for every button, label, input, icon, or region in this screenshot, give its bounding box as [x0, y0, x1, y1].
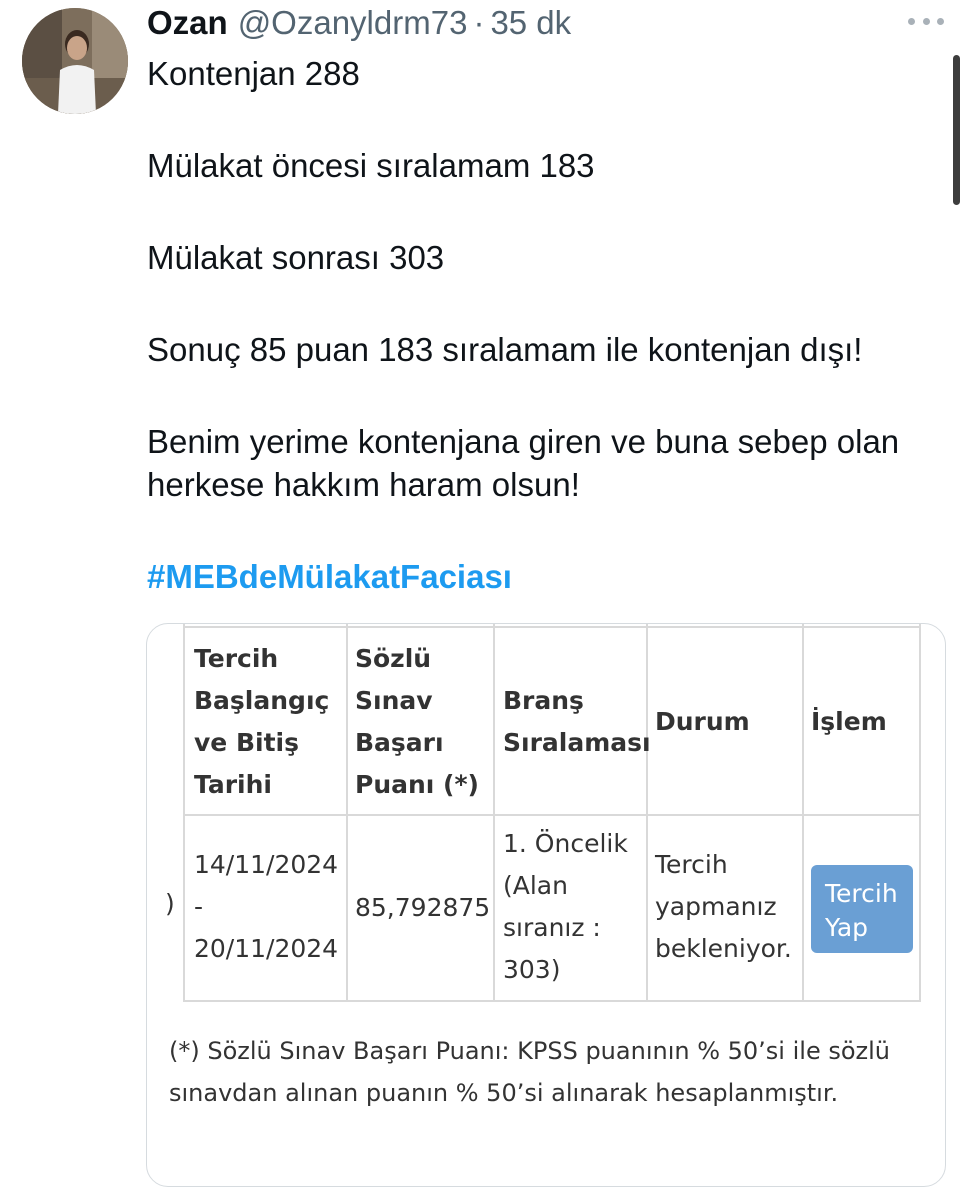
cell-text: 303) [503, 955, 561, 984]
tweet-paragraph: Mülakat öncesi sıralamam 183 [147, 147, 595, 184]
tweet-page: Ozan @Ozanyldrm73 · 35 dk Kontenjan 288 … [0, 0, 967, 1200]
cell-brans-rank: 1. Öncelik (Alan sıranız : 303) [503, 823, 628, 991]
header-durum: Durum [655, 701, 750, 743]
table-border [346, 624, 348, 1002]
cell-text: yapmanız [655, 892, 777, 921]
cell-text: Tercih [655, 850, 728, 879]
results-table-screenshot: Tercih Başlangıç ve Bitiş Tarihi Sözlü S… [147, 624, 945, 1186]
cell-text: 20/11/2024 [194, 934, 339, 963]
header-text: Başlangıç [194, 686, 330, 715]
scrollbar[interactable] [953, 55, 960, 205]
cell-status: Tercih yapmanız bekleniyor. [655, 844, 792, 970]
user-handle[interactable]: @Ozanyldrm73 [238, 4, 468, 42]
display-name[interactable]: Ozan [147, 4, 228, 42]
tweet-header: Ozan @Ozanyldrm73 · 35 dk [147, 2, 571, 44]
button-label: Yap [825, 913, 869, 942]
table-border [183, 626, 921, 628]
header-tercih: Tercih Başlangıç ve Bitiş Tarihi [194, 638, 329, 806]
table-border [919, 624, 921, 1002]
header-islem: İşlem [811, 701, 887, 743]
more-dot [908, 17, 915, 25]
header-text: Tarihi [194, 770, 272, 799]
header-text: Sıralaması [503, 728, 651, 757]
header-text: Sınav [355, 686, 433, 715]
cell-text: sıranız : [503, 913, 601, 942]
cell-text: 14/11/2024 [194, 850, 339, 879]
table-border [493, 624, 495, 1002]
more-options-icon[interactable] [908, 14, 944, 28]
more-dot [937, 17, 944, 25]
header-text: İşlem [811, 707, 887, 736]
attached-image[interactable]: Tercih Başlangıç ve Bitiş Tarihi Sözlü S… [146, 623, 946, 1187]
cell-text: - [194, 892, 204, 921]
cell-date-range: 14/11/2024 - 20/11/2024 [194, 844, 338, 970]
cell-text: (Alan [503, 871, 568, 900]
hashtag-link[interactable]: #MEBdeMülakatFaciası [147, 555, 937, 598]
footnote: (*) Sözlü Sınav Başarı Puanı: KPSS puanı… [169, 1037, 890, 1107]
table-border [802, 624, 804, 1002]
button-label: Tercih [825, 879, 898, 908]
tweet-paragraph: Benim yerime kontenjana giren ve buna se… [147, 423, 900, 503]
header-sozlu: Sözlü Sınav Başarı Puanı (*) [355, 638, 479, 806]
tweet-paragraph: Kontenjan 288 [147, 55, 360, 92]
separator-dot: · [473, 4, 485, 41]
header-text: Durum [655, 707, 750, 736]
header-brans: Branş Sıralaması [503, 680, 651, 764]
truncated-cell-text: ) [165, 889, 175, 918]
header-text: Puanı (*) [355, 770, 479, 799]
header-text: Branş [503, 686, 584, 715]
table-border [183, 1000, 921, 1002]
table-border [183, 814, 921, 816]
cell-text: bekleniyor. [655, 934, 792, 963]
tweet-paragraph: Mülakat sonrası 303 [147, 239, 445, 276]
more-dot [922, 17, 930, 25]
avatar[interactable] [22, 8, 128, 114]
table-border [183, 624, 185, 1002]
tweet-paragraph: Sonuç 85 puan 183 sıralamam ile kontenja… [147, 331, 863, 368]
timestamp[interactable]: 35 dk [490, 4, 571, 42]
header-text: ve Bitiş [194, 728, 299, 757]
avatar-photo [22, 8, 128, 114]
header-text: Tercih [194, 644, 279, 673]
cell-text: 85,792875 [355, 893, 491, 922]
cell-score: 85,792875 [355, 887, 490, 929]
tercih-yap-button[interactable]: Tercih Yap [811, 865, 913, 953]
header-text: Sözlü [355, 644, 432, 673]
cell-text: 1. Öncelik [503, 829, 628, 858]
tweet-text: Kontenjan 288 Mülakat öncesi sıralamam 1… [147, 52, 937, 598]
header-text: Başarı [355, 728, 444, 757]
